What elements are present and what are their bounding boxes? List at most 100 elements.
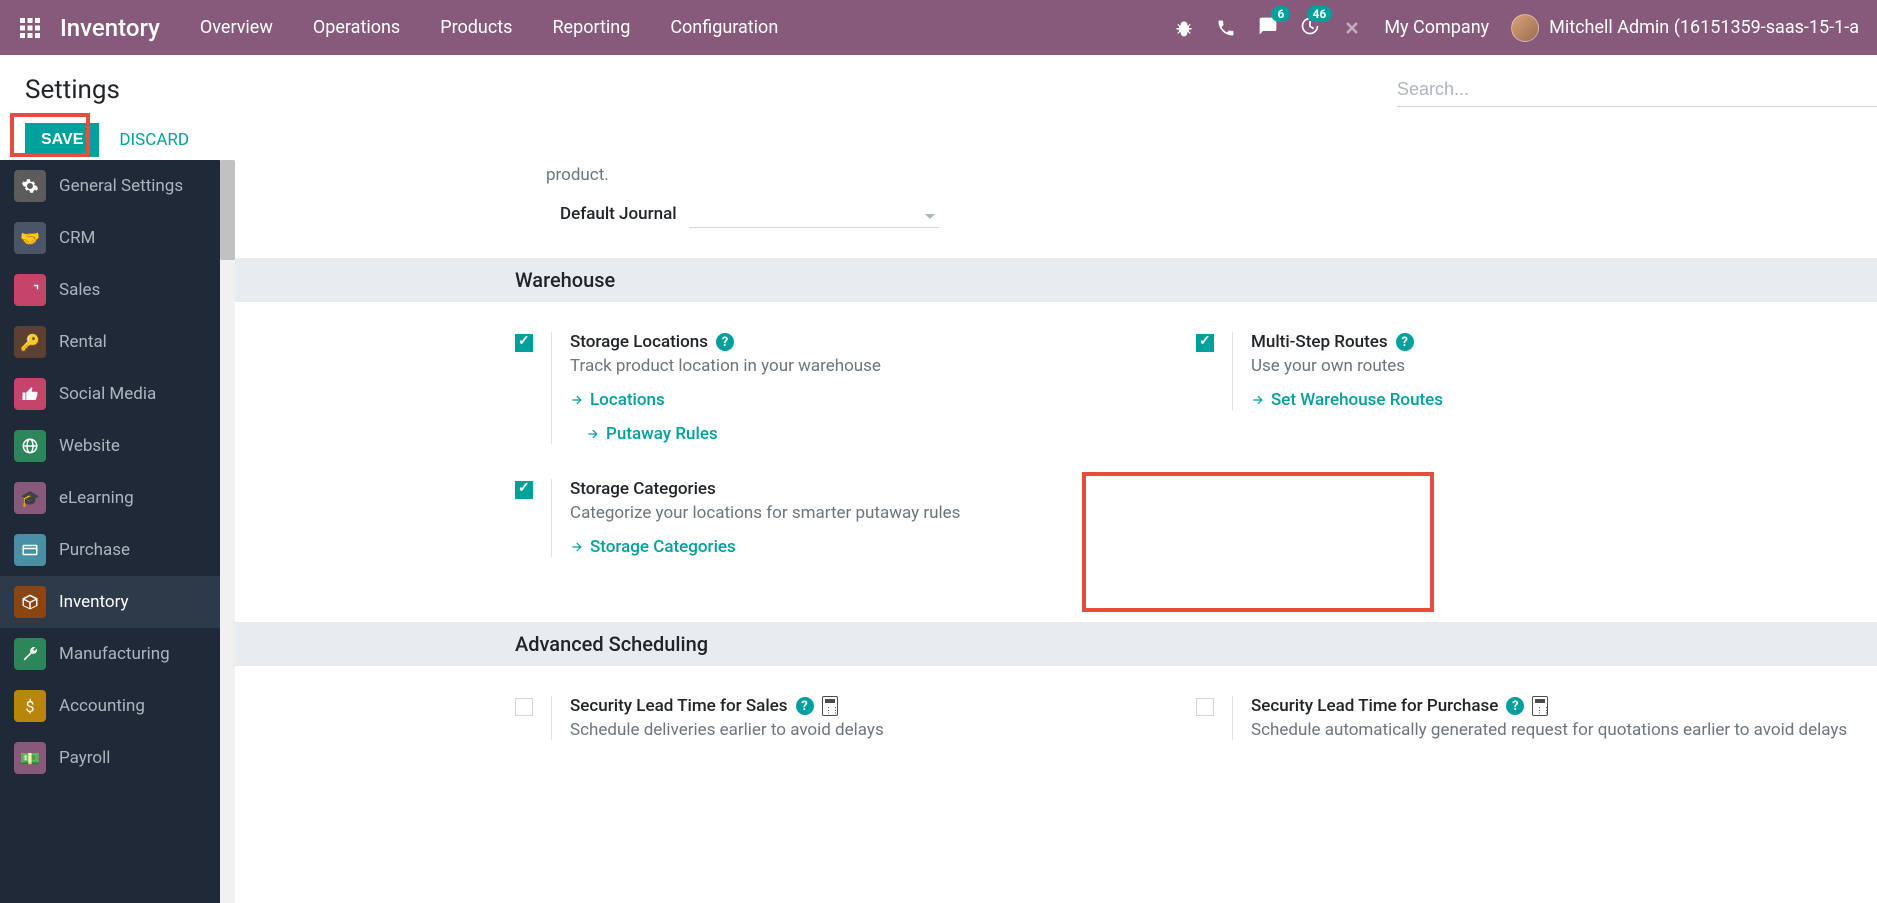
link-storage-categories[interactable]: Storage Categories (570, 537, 960, 557)
default-journal-select[interactable] (689, 200, 939, 228)
setting-lead-time-purchase: Security Lead Time for Purchase? Schedul… (1196, 696, 1877, 740)
sidebar-item-social[interactable]: Social Media (0, 368, 220, 420)
sidebar-item-inventory[interactable]: Inventory (0, 576, 220, 628)
sidebar-item-rental[interactable]: 🔑 Rental (0, 316, 220, 368)
settings-sidebar: General Settings 🤝 CRM Sales 🔑 Rental Soci… (0, 160, 220, 903)
sidebar-item-crm[interactable]: 🤝 CRM (0, 212, 220, 264)
box-icon (14, 586, 46, 618)
apps-icon[interactable] (18, 16, 42, 40)
setting-desc: Categorize your locations for smarter pu… (570, 503, 960, 523)
arrow-icon (1251, 393, 1265, 407)
sidebar-item-sales[interactable]: Sales (0, 264, 220, 316)
sidebar-label: Manufacturing (59, 644, 170, 664)
nav-overview[interactable]: Overview (200, 17, 273, 38)
sidebar-scrollbar[interactable] (220, 160, 235, 903)
checkbox-storage-locations[interactable] (515, 334, 533, 352)
card-icon (14, 534, 46, 566)
avatar (1511, 14, 1539, 42)
money-icon: $ (14, 690, 46, 722)
chart-icon (14, 274, 46, 306)
nav-configuration[interactable]: Configuration (670, 17, 778, 38)
sidebar-item-accounting[interactable]: $ Accounting (0, 680, 220, 732)
checkbox-lead-time-purchase[interactable] (1196, 698, 1214, 716)
setting-lead-time-sales: Security Lead Time for Sales? Schedule d… (515, 696, 1196, 740)
section-scheduling: Advanced Scheduling (235, 622, 1877, 666)
section-warehouse: Warehouse (235, 258, 1877, 302)
arrow-icon (570, 393, 584, 407)
user-menu[interactable]: Mitchell Admin (16151359-saas-15-1-a (1511, 14, 1859, 42)
setting-title: Storage Categories (570, 479, 716, 499)
graduation-icon: 🎓 (14, 482, 46, 514)
page-header: Settings SAVE DISCARD (0, 55, 1877, 160)
setting-title: Security Lead Time for Purchase (1251, 696, 1498, 716)
setting-desc: Use your own routes (1251, 356, 1443, 376)
sidebar-item-purchase[interactable]: Purchase (0, 524, 220, 576)
checkbox-storage-categories[interactable] (515, 481, 533, 499)
sidebar-item-general[interactable]: General Settings (0, 160, 220, 212)
close-icon[interactable] (1342, 18, 1362, 38)
top-nav: Inventory Overview Operations Products R… (0, 0, 1877, 55)
truncated-text: product. (235, 160, 1877, 185)
setting-desc: Track product location in your warehouse (570, 356, 881, 376)
sidebar-label: Payroll (59, 748, 110, 768)
arrow-icon (570, 540, 584, 554)
messages-badge: 6 (1271, 6, 1290, 22)
help-icon[interactable]: ? (716, 333, 734, 351)
calculator-icon[interactable] (1532, 696, 1548, 716)
sidebar-label: Social Media (59, 384, 156, 404)
nav-links: Overview Operations Products Reporting C… (200, 17, 778, 38)
link-putaway-rules[interactable]: Putaway Rules (586, 424, 881, 444)
save-button[interactable]: SAVE (25, 123, 99, 157)
setting-desc: Schedule deliveries earlier to avoid del… (570, 720, 884, 740)
help-icon[interactable]: ? (1396, 333, 1414, 351)
sidebar-label: Sales (59, 280, 100, 300)
sidebar-item-website[interactable]: Website (0, 420, 220, 472)
app-brand[interactable]: Inventory (60, 14, 160, 42)
nav-reporting[interactable]: Reporting (552, 17, 630, 38)
checkbox-lead-time-sales[interactable] (515, 698, 533, 716)
gear-icon (14, 170, 46, 202)
sidebar-label: Website (59, 436, 120, 456)
calculator-icon[interactable] (822, 696, 838, 716)
setting-title: Security Lead Time for Sales (570, 696, 788, 716)
help-icon[interactable]: ? (1506, 697, 1524, 715)
link-locations[interactable]: Locations (570, 390, 881, 410)
arrow-icon (586, 427, 600, 441)
help-icon[interactable]: ? (796, 697, 814, 715)
setting-multistep-routes: Multi-Step Routes? Use your own routes S… (1196, 332, 1877, 410)
sidebar-item-payroll[interactable]: 💵 Payroll (0, 732, 220, 784)
company-switcher[interactable]: My Company (1384, 17, 1489, 38)
sidebar-label: General Settings (59, 176, 183, 196)
search-input[interactable] (1397, 73, 1877, 107)
thumbsup-icon (14, 378, 46, 410)
sidebar-label: CRM (59, 228, 95, 248)
sidebar-label: Inventory (59, 592, 129, 612)
setting-title: Storage Locations (570, 332, 708, 352)
key-icon: 🔑 (14, 326, 46, 358)
sidebar-item-elearning[interactable]: 🎓 eLearning (0, 472, 220, 524)
messages-icon[interactable]: 6 (1258, 16, 1278, 40)
discard-button[interactable]: DISCARD (119, 130, 189, 150)
activity-icon[interactable]: 46 (1300, 16, 1320, 40)
sidebar-label: Rental (59, 332, 107, 352)
handshake-icon: 🤝 (14, 222, 46, 254)
nav-operations[interactable]: Operations (313, 17, 400, 38)
setting-storage-categories: Storage Categories Categorize your locat… (515, 479, 1196, 557)
sidebar-label: eLearning (59, 488, 134, 508)
phone-icon[interactable] (1216, 18, 1236, 38)
activity-badge: 46 (1307, 6, 1333, 22)
link-set-warehouse-routes[interactable]: Set Warehouse Routes (1251, 390, 1443, 410)
checkbox-multistep-routes[interactable] (1196, 334, 1214, 352)
nav-products[interactable]: Products (440, 17, 512, 38)
bug-icon[interactable] (1174, 18, 1194, 38)
setting-storage-locations: Storage Locations? Track product locatio… (515, 332, 1196, 444)
globe-icon (14, 430, 46, 462)
sidebar-item-manufacturing[interactable]: Manufacturing (0, 628, 220, 680)
payroll-icon: 💵 (14, 742, 46, 774)
sidebar-label: Purchase (59, 540, 130, 560)
sidebar-label: Accounting (59, 696, 145, 716)
default-journal-label: Default Journal (560, 204, 677, 224)
setting-title: Multi-Step Routes (1251, 332, 1388, 352)
setting-desc: Schedule automatically generated request… (1251, 720, 1847, 740)
settings-main: product. Default Journal Warehouse Stora… (235, 160, 1877, 903)
